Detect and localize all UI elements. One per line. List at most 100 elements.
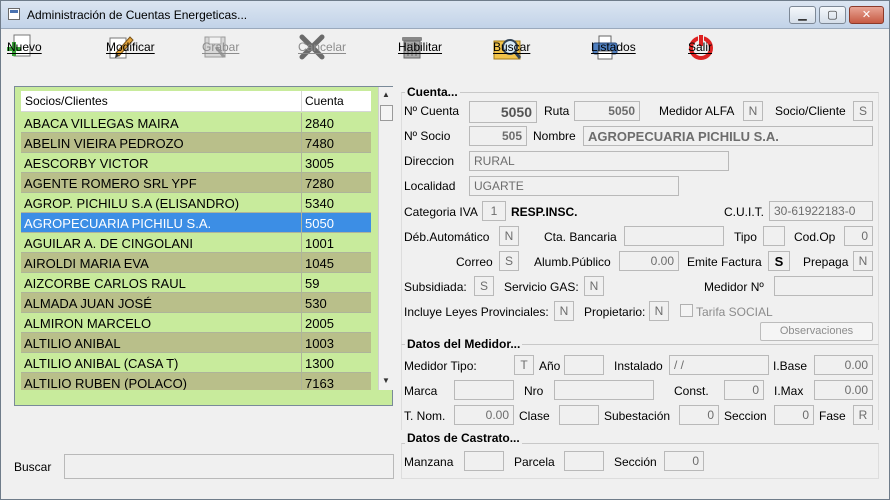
- nro-cuenta-field[interactable]: 5050: [469, 101, 537, 123]
- list-item[interactable]: ABELIN VIEIRA PEDROZO 7480: [21, 133, 371, 153]
- list-item[interactable]: ALTILIO ANIBAL 1003: [21, 333, 371, 353]
- grabar-button[interactable]: Grabar: [202, 30, 239, 64]
- nro-cuenta-label: Nº Cuenta: [404, 104, 460, 118]
- ibase-field[interactable]: 0.00: [814, 355, 873, 375]
- propietario-field[interactable]: N: [649, 301, 669, 321]
- nombre-label: Nombre: [533, 129, 576, 143]
- clase-field[interactable]: [559, 405, 599, 425]
- subsidiada-field[interactable]: S: [474, 276, 494, 296]
- salir-button[interactable]: Salir: [688, 30, 716, 64]
- cancelar-button[interactable]: Cancelar: [298, 30, 346, 64]
- categoria-iva-label: Categoria IVA: [404, 205, 478, 219]
- marca-field[interactable]: [454, 380, 514, 400]
- buscar-button[interactable]: Buscar: [493, 30, 530, 64]
- medidor-tipo-field[interactable]: T: [514, 355, 534, 375]
- nro-socio-field[interactable]: 505: [469, 126, 527, 146]
- categoria-iva-field[interactable]: 1: [482, 201, 506, 221]
- socio-cliente-field[interactable]: S: [853, 101, 873, 121]
- seccion-medidor-label: Seccion: [724, 409, 767, 423]
- list-item-name: ABELIN VIEIRA PEDROZO: [24, 136, 184, 151]
- prepaga-label: Prepaga: [803, 255, 849, 269]
- tipo-field[interactable]: [763, 226, 785, 246]
- medidor-alfa-field[interactable]: N: [743, 101, 763, 121]
- tnom-field[interactable]: 0.00: [454, 405, 514, 425]
- close-button[interactable]: ✕: [849, 6, 884, 24]
- column-header-cuenta[interactable]: Cuenta: [305, 94, 344, 108]
- list-item[interactable]: ABACA VILLEGAS MAIRA 2840: [21, 113, 371, 133]
- medidor-nro-label: Medidor Nº: [704, 280, 764, 294]
- cod-op-label: Cod.Op: [794, 230, 836, 244]
- list-item[interactable]: ALTILIO ANIBAL (CASA T) 1300: [21, 353, 371, 373]
- deb-automatico-field[interactable]: N: [499, 226, 519, 246]
- direccion-field[interactable]: RURAL: [469, 151, 729, 171]
- cod-op-field[interactable]: 0: [844, 226, 873, 246]
- subestacion-label: Subestación: [604, 409, 671, 423]
- cta-bancaria-field[interactable]: [624, 226, 724, 246]
- habilitar-button[interactable]: Habilitar: [398, 30, 442, 64]
- alumb-publico-label: Alumb.Público: [534, 255, 611, 269]
- scroll-down-arrow-icon[interactable]: ▼: [382, 376, 390, 385]
- list-item[interactable]: ALMIRON MARCELO 2005: [21, 313, 371, 333]
- list-item[interactable]: AESCORBY VICTOR 3005: [21, 153, 371, 173]
- nombre-field[interactable]: AGROPECUARIA PICHILU S.A.: [583, 126, 873, 146]
- medidor-nro-field[interactable]: [774, 276, 873, 296]
- column-header-socios[interactable]: Socios/Clientes: [25, 94, 108, 108]
- tarifa-social-checkbox[interactable]: [680, 304, 693, 317]
- fase-field[interactable]: R: [853, 405, 873, 425]
- list-item[interactable]: AIZCORBE CARLOS RAUL 59: [21, 273, 371, 293]
- list-item[interactable]: AIROLDI MARIA EVA 1045: [21, 253, 371, 273]
- list-item-account: 530: [305, 296, 327, 311]
- ruta-label: Ruta: [544, 104, 570, 118]
- seccion-castrato-label: Sección: [614, 455, 657, 469]
- cuenta-group-title: Cuenta...: [405, 85, 460, 99]
- nro-field[interactable]: [554, 380, 654, 400]
- ruta-field[interactable]: 5050: [574, 101, 640, 121]
- list-item-name: AGROP. PICHILU S.A (ELISANDRO): [24, 196, 240, 211]
- app-icon: [8, 8, 20, 20]
- nuevo-button[interactable]: Nuevo: [7, 30, 42, 64]
- correo-label: Correo: [456, 255, 493, 269]
- list-item[interactable]: ALMADA JUAN JOSÉ 530: [21, 293, 371, 313]
- clients-list[interactable]: Socios/Clientes Cuenta ABACA VILLEGAS MA…: [14, 86, 393, 406]
- list-header: Socios/Clientes Cuenta: [21, 91, 371, 112]
- socio-cliente-label: Socio/Cliente: [775, 104, 846, 118]
- list-item-name: ALTILIO RUBEN (POLACO): [24, 376, 188, 391]
- list-item-account: 1045: [305, 256, 334, 271]
- tipo-label: Tipo: [734, 230, 757, 244]
- scroll-up-arrow-icon[interactable]: ▲: [382, 90, 390, 99]
- maximize-button[interactable]: ▢: [819, 6, 846, 24]
- search-input[interactable]: [64, 454, 394, 479]
- manzana-field[interactable]: [464, 451, 504, 471]
- leyes-provinciales-field[interactable]: N: [554, 301, 574, 321]
- listados-button[interactable]: Listados: [591, 30, 636, 64]
- list-item-account: 5340: [305, 196, 334, 211]
- imax-field[interactable]: 0.00: [814, 380, 873, 400]
- instalado-label: Instalado: [614, 359, 663, 373]
- subestacion-field[interactable]: 0: [679, 405, 719, 425]
- list-item[interactable]: AGUILAR A. DE CINGOLANI 1001: [21, 233, 371, 253]
- prepaga-field[interactable]: N: [853, 251, 873, 271]
- list-item-name: ALMIRON MARCELO: [24, 316, 152, 331]
- scroll-thumb[interactable]: [380, 105, 393, 121]
- list-item[interactable]: AGENTE ROMERO SRL YPF 7280: [21, 173, 371, 193]
- cuit-field[interactable]: 30-61922183-0: [769, 201, 873, 221]
- modificar-button[interactable]: Modificar: [106, 30, 155, 64]
- anio-field[interactable]: [564, 355, 604, 375]
- correo-field[interactable]: S: [499, 251, 519, 271]
- list-item[interactable]: AGROP. PICHILU S.A (ELISANDRO) 5340: [21, 193, 371, 213]
- localidad-field[interactable]: UGARTE: [469, 176, 679, 196]
- list-item[interactable]: AGROPECUARIA PICHILU S.A. 5050: [21, 213, 371, 233]
- vertical-scrollbar[interactable]: ▲ ▼: [378, 87, 393, 390]
- seccion-castrato-field[interactable]: 0: [664, 451, 704, 471]
- servicio-gas-label: Servicio GAS:: [504, 280, 579, 294]
- instalado-field[interactable]: / /: [669, 355, 769, 375]
- servicio-gas-field[interactable]: N: [584, 276, 604, 296]
- minimize-button[interactable]: ▁: [789, 6, 816, 24]
- const-field[interactable]: 0: [724, 380, 764, 400]
- parcela-field[interactable]: [564, 451, 604, 471]
- emite-factura-field[interactable]: S: [768, 251, 790, 271]
- alumb-publico-field[interactable]: 0.00: [619, 251, 679, 271]
- observaciones-button[interactable]: Observaciones: [760, 322, 873, 341]
- list-item-name: AGUILAR A. DE CINGOLANI: [24, 236, 194, 251]
- seccion-medidor-field[interactable]: 0: [774, 405, 814, 425]
